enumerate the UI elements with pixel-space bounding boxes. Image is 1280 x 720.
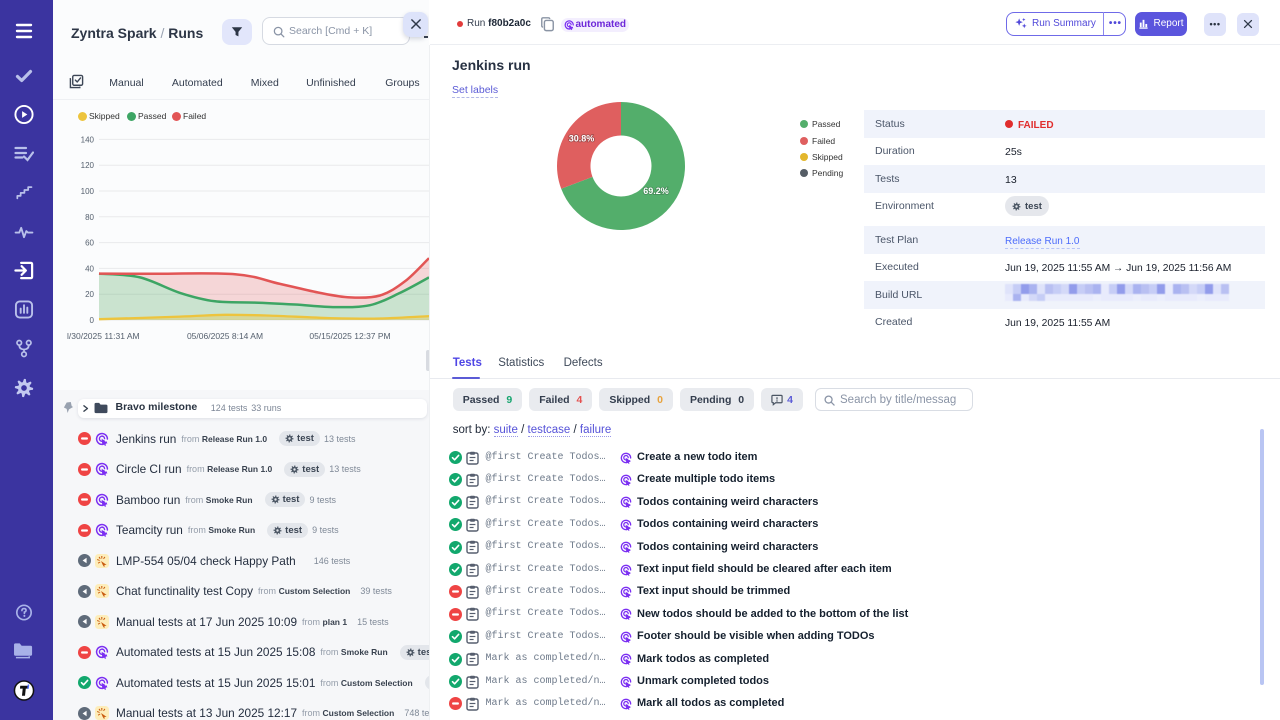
- svg-text:40: 40: [85, 264, 94, 273]
- svg-text:0: 0: [90, 316, 95, 325]
- svg-text:100: 100: [81, 187, 95, 196]
- svg-text:05/15/2025 12:37 PM: 05/15/2025 12:37 PM: [309, 331, 390, 341]
- svg-text:69.2%: 69.2%: [643, 186, 669, 196]
- svg-text:20: 20: [85, 290, 94, 299]
- svg-text:80: 80: [85, 213, 94, 222]
- svg-text:120: 120: [81, 161, 95, 170]
- svg-text:l/30/2025 11:31 AM: l/30/2025 11:31 AM: [67, 331, 140, 341]
- svg-text:30.8%: 30.8%: [569, 133, 595, 143]
- svg-text:05/06/2025 8:14 AM: 05/06/2025 8:14 AM: [187, 331, 263, 341]
- svg-text:140: 140: [81, 135, 95, 144]
- svg-text:60: 60: [85, 239, 94, 248]
